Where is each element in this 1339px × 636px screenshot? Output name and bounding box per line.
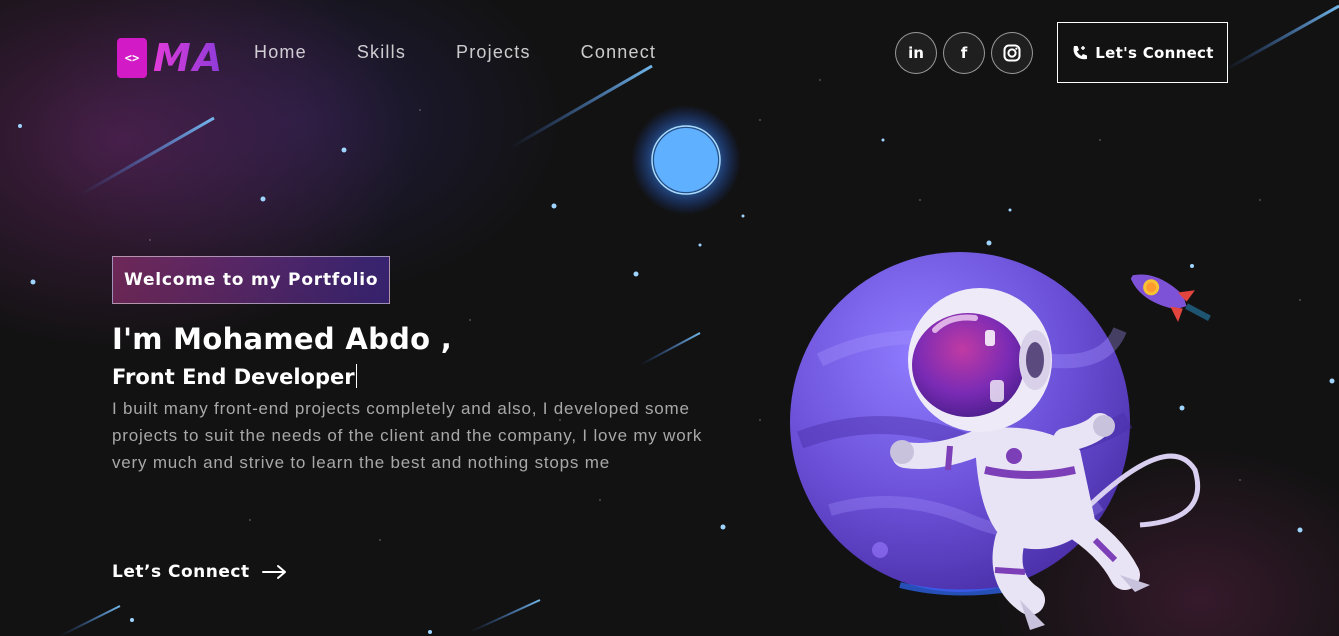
logo-text: MA	[153, 36, 225, 80]
nav-link-projects[interactable]: Projects	[456, 42, 531, 63]
hero-role: Front End Developer	[112, 364, 357, 389]
nav-link-skills[interactable]: Skills	[357, 42, 406, 63]
navbar: <> MA Home Skills Projects Connect in f …	[0, 0, 1339, 106]
facebook-icon: f	[960, 44, 968, 62]
social-icons: in f	[895, 32, 1033, 74]
instagram-icon	[1003, 44, 1021, 62]
glowing-orb	[631, 105, 741, 215]
facebook-button[interactable]: f	[943, 32, 985, 74]
hero-connect-link[interactable]: Let’s Connect	[112, 562, 288, 582]
rocket	[1130, 274, 1211, 322]
lets-connect-button[interactable]: Let's Connect	[1057, 22, 1228, 83]
code-icon: <>	[117, 38, 147, 78]
hero-title: I'm Mohamed Abdo ,	[112, 322, 453, 356]
arrow-right-icon	[261, 565, 286, 579]
instagram-button[interactable]	[991, 32, 1033, 74]
linkedin-icon: in	[908, 44, 924, 62]
logo[interactable]: <> MA	[117, 36, 224, 80]
typing-caret	[355, 364, 357, 388]
nav-link-connect[interactable]: Connect	[581, 42, 656, 63]
linkedin-button[interactable]: in	[895, 32, 937, 74]
welcome-tagline: Welcome to my Portfolio	[112, 256, 391, 304]
nav-links: Home Skills Projects Connect	[254, 42, 706, 63]
hero-connect-label: Let’s Connect	[112, 562, 250, 582]
lets-connect-label: Let's Connect	[1095, 43, 1214, 62]
phone-icon	[1073, 45, 1088, 59]
hero-role-text: Front End Developer	[112, 365, 355, 389]
nav-link-home[interactable]: Home	[254, 42, 307, 63]
hero-description: I built many front-end projects complete…	[112, 399, 703, 472]
